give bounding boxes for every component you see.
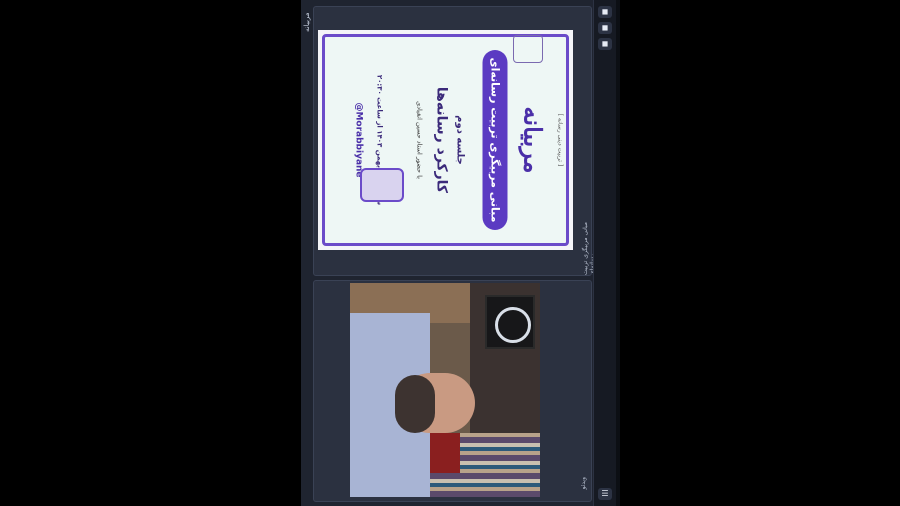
poster-presenter: با حضور استاد حسین انقیادی: [415, 101, 423, 179]
poster-date: سه‌شنبه ۹ بهمن ۱۴۰۳ از ساعت ۲۰:۳۰: [375, 74, 383, 205]
window-edge: [616, 0, 620, 506]
poster-title: مربیانه: [518, 106, 547, 174]
poster-header: [ تربیت دینی رسانه ]: [556, 113, 563, 167]
right-toolbar: ◼ ◼ ◼ ☰: [593, 0, 616, 506]
poster-course-banner: مبانی مربیگری تربیت رسانه‌ای: [482, 50, 507, 230]
poster-topic: کارکرد رسانه‌ها: [433, 86, 449, 194]
emblem-icon: [495, 307, 531, 343]
presenter-avatar: [360, 168, 404, 202]
app-title: مربیانه: [303, 12, 311, 32]
video-emblem-frame: [485, 295, 535, 349]
poster-logo-icon: [513, 35, 543, 63]
shared-poster: [ تربیت دینی رسانه ] مربیانه مبانی مربیگ…: [318, 30, 573, 250]
notifications-button[interactable]: ◼: [598, 6, 612, 18]
menu-button[interactable]: ☰: [598, 488, 612, 500]
video-person-beard: [395, 375, 435, 433]
poster-session: جلسه دوم: [454, 115, 465, 165]
webcam-video: [350, 283, 540, 497]
participants-button[interactable]: ◼: [598, 38, 612, 50]
chat-button[interactable]: ◼: [598, 22, 612, 34]
video-panel-label: ویدئو: [580, 477, 587, 490]
poster-handle: @Morabbiyane: [353, 102, 363, 178]
poster-content: [ تربیت دینی رسانه ] مربیانه مبانی مربیگ…: [322, 34, 569, 246]
